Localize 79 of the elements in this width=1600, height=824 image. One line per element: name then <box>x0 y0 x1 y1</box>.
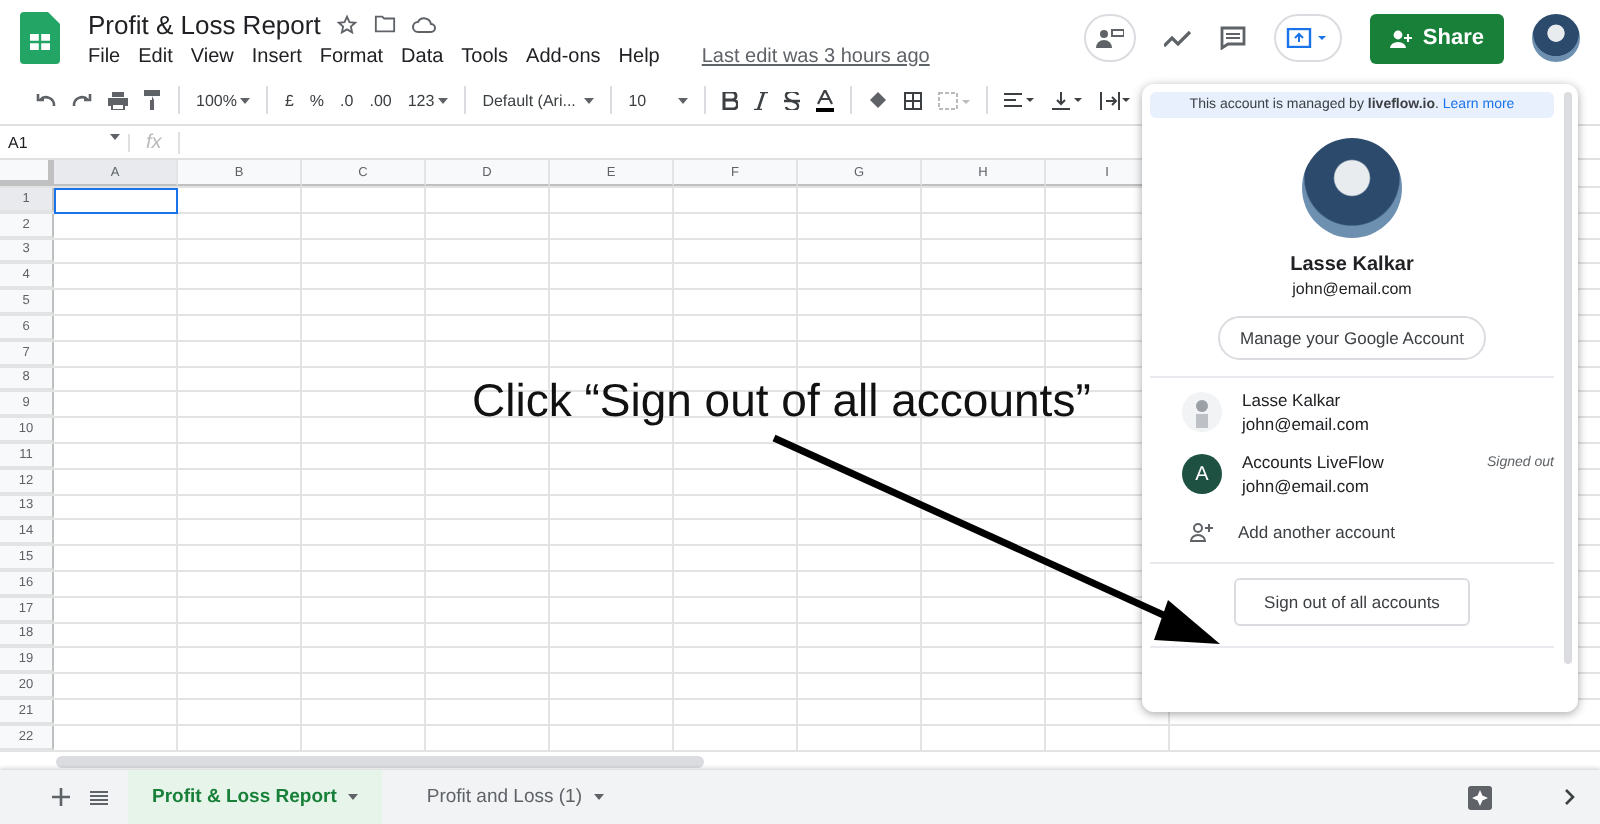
account-email: john@email.com <box>1292 280 1412 298</box>
trend-line-icon[interactable] <box>1164 29 1193 47</box>
share-button[interactable]: Share <box>1370 13 1504 63</box>
add-sheet-icon[interactable] <box>52 788 70 806</box>
zoom-dropdown[interactable]: 100% <box>196 91 251 109</box>
caret-down-icon <box>438 97 449 103</box>
menu-item[interactable]: Help <box>618 45 660 67</box>
menu-item[interactable]: Format <box>319 45 384 67</box>
present-icon <box>1286 28 1331 48</box>
menu-item[interactable]: File <box>88 45 121 67</box>
undo-icon[interactable] <box>36 92 56 108</box>
redo-icon[interactable] <box>72 92 92 108</box>
star-icon[interactable] <box>336 13 359 35</box>
formula-label: fx <box>130 131 180 153</box>
comments-history-button[interactable] <box>1084 14 1137 62</box>
number-format-dropdown[interactable]: 123 <box>407 91 449 109</box>
sheet-list-icon[interactable] <box>90 789 108 805</box>
increase-decimals-button[interactable]: .00 <box>369 91 392 109</box>
print-icon[interactable] <box>108 91 128 109</box>
selected-cell[interactable] <box>54 188 178 214</box>
account-row[interactable]: Lasse Kalkar john@email.com <box>1150 378 1554 440</box>
paint-format-icon[interactable] <box>144 90 162 110</box>
document-title: Profit & Loss Report <box>88 9 321 39</box>
percent-button[interactable]: % <box>309 91 325 109</box>
menu-item[interactable]: Data <box>401 45 444 67</box>
caret-down-icon <box>594 794 604 800</box>
comment-icon[interactable] <box>1220 26 1247 50</box>
account-avatar[interactable] <box>1532 14 1580 62</box>
text-color-icon[interactable] <box>816 89 835 111</box>
menu-item[interactable]: Tools <box>461 45 509 67</box>
caret-down-icon <box>110 133 120 139</box>
folder-icon[interactable] <box>374 14 397 34</box>
person-comment-icon <box>1096 28 1125 48</box>
font-dropdown[interactable]: Default (Ari... <box>482 91 595 109</box>
cloud-icon[interactable] <box>412 15 437 33</box>
text-wrap-icon[interactable] <box>1100 91 1133 109</box>
sign-out-button[interactable]: Sign out of all accounts <box>1234 578 1470 626</box>
account-name: Lasse Kalkar <box>1242 390 1343 410</box>
caret-down-icon <box>678 97 689 103</box>
account-name: Accounts LiveFlow <box>1242 452 1386 472</box>
strikethrough-icon[interactable] <box>784 91 801 109</box>
menu-item[interactable]: Add-ons <box>526 45 601 67</box>
person-add-icon <box>1190 522 1214 542</box>
name-box[interactable]: A1 <box>0 133 130 151</box>
chevron-right-icon[interactable] <box>1564 788 1576 806</box>
scrollbar[interactable] <box>1564 92 1572 664</box>
menu-item[interactable]: Edit <box>138 45 173 67</box>
manage-account-button[interactable]: Manage your Google Account <box>1218 316 1486 360</box>
italic-icon[interactable] <box>754 91 769 109</box>
horizontal-scrollbar[interactable] <box>56 755 704 768</box>
currency-button[interactable]: £ <box>284 91 294 109</box>
account-name: Lasse Kalkar <box>1290 254 1414 276</box>
caret-down-icon <box>240 97 251 103</box>
annotation-text: Click “Sign out of all accounts” <box>472 374 1091 428</box>
explore-icon[interactable] <box>1468 785 1492 809</box>
vertical-align-icon[interactable] <box>1052 91 1085 109</box>
menu-item[interactable]: View <box>190 45 234 67</box>
bold-icon[interactable] <box>722 91 739 109</box>
person-icon <box>1182 392 1222 432</box>
person-add-icon <box>1390 29 1413 47</box>
caret-down-icon <box>348 794 359 800</box>
sheets-logo-icon <box>20 12 60 64</box>
align-icon[interactable] <box>1004 92 1037 108</box>
decrease-decimals-button[interactable]: .0 <box>340 91 354 109</box>
sheet-tab[interactable]: Profit & Loss Report <box>128 770 383 824</box>
last-edit-link[interactable]: Last edit was 3 hours ago <box>701 45 930 67</box>
caret-down-icon <box>584 97 595 103</box>
menu-item[interactable]: Insert <box>251 45 302 67</box>
font-size-dropdown[interactable]: 10 <box>628 91 689 109</box>
profile-photo <box>1302 138 1402 238</box>
sheet-tab[interactable]: Profit and Loss (1) <box>402 770 628 824</box>
fill-color-icon[interactable] <box>868 91 889 109</box>
merge-cells-icon[interactable] <box>938 91 971 109</box>
borders-icon[interactable] <box>904 91 923 109</box>
add-account-button[interactable]: Add another account <box>1150 502 1554 562</box>
present-button[interactable] <box>1274 14 1343 62</box>
account-initial: A <box>1182 454 1222 494</box>
account-email: john@email.com <box>1242 476 1371 496</box>
account-email: john@email.com <box>1242 414 1371 434</box>
